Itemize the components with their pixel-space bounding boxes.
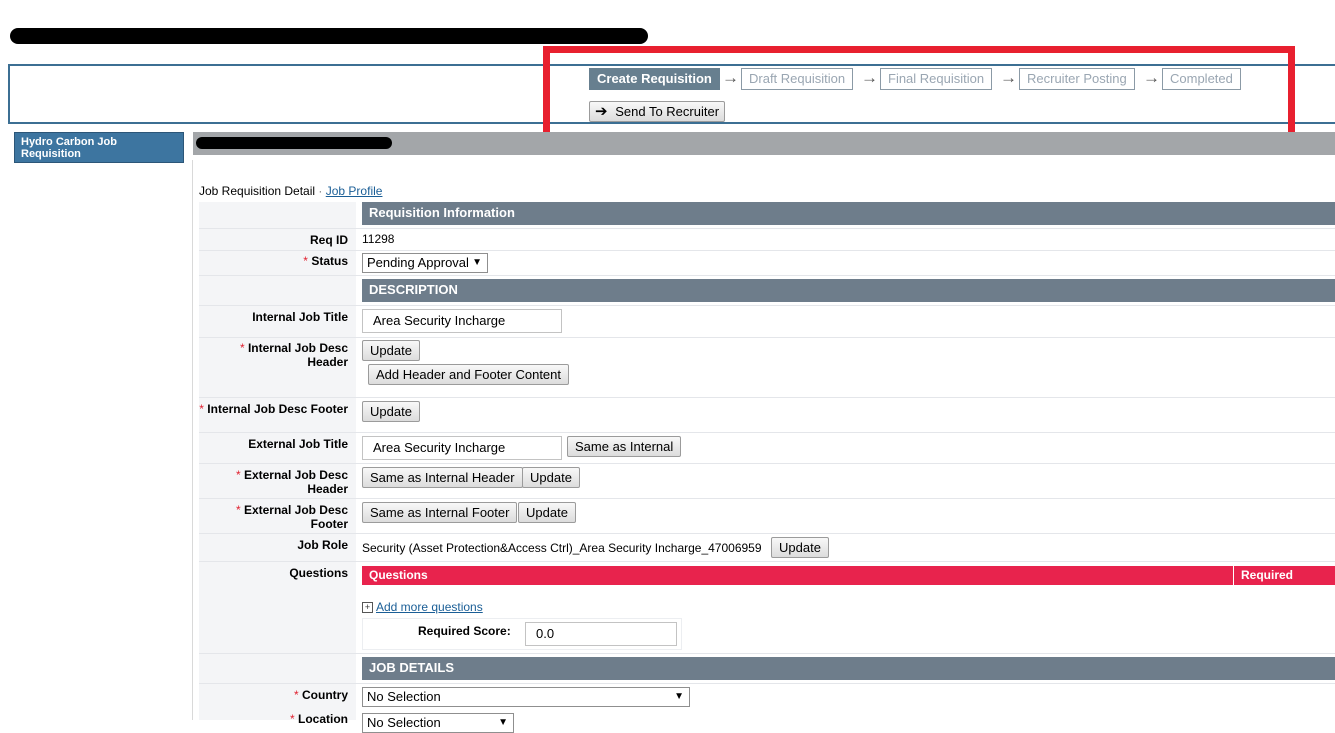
required-marker: *: [293, 688, 299, 702]
row-divider: [199, 250, 1335, 251]
external-header-update-button[interactable]: Update: [522, 467, 580, 488]
row-divider: [199, 683, 1335, 684]
status-label-text: Status: [311, 254, 348, 268]
internal-header-update-button[interactable]: Update: [362, 340, 420, 361]
job-role-label: Job Role: [297, 538, 348, 552]
required-marker: *: [235, 503, 241, 517]
job-role-value: Security (Asset Protection&Access Ctrl)_…: [362, 541, 762, 555]
required-marker: *: [303, 254, 308, 268]
required-score-input[interactable]: 0.0: [525, 622, 677, 646]
job-profile-link[interactable]: Job Profile: [326, 184, 383, 198]
country-select-value: No Selection: [367, 689, 441, 704]
req-id-label: Req ID: [309, 233, 348, 247]
questions-table-header: [362, 566, 1335, 585]
column-divider: [1233, 566, 1234, 585]
required-marker: *: [235, 468, 241, 482]
external-desc-footer-label-text: External Job Desc Footer: [243, 503, 348, 531]
internal-footer-update-button[interactable]: Update: [362, 401, 420, 422]
sidebar-item-label: Hydro Carbon Job Requisition: [21, 136, 117, 160]
breadcrumb-current: Job Requisition Detail: [199, 184, 316, 198]
country-label-text: Country: [302, 688, 348, 702]
row-divider: [199, 498, 1335, 499]
same-as-internal-button[interactable]: Same as Internal: [567, 436, 682, 457]
external-desc-header-label: * External Job Desc Header: [199, 468, 348, 496]
location-label: * Location: [199, 712, 348, 726]
external-desc-header-label-text: External Job Desc Header: [243, 468, 348, 496]
row-divider: [199, 305, 1335, 306]
section-job-details: JOB DETAILS: [362, 657, 1335, 680]
required-marker: *: [289, 712, 295, 726]
chevron-down-icon: ▼: [674, 691, 684, 702]
row-divider: [199, 463, 1335, 464]
internal-desc-header-label-text: Internal Job Desc Header: [247, 341, 348, 369]
row-divider: [199, 561, 1335, 562]
row-divider: [199, 653, 1335, 654]
location-label-text: Location: [298, 712, 348, 726]
required-marker: *: [199, 402, 204, 416]
label-column: [199, 202, 356, 720]
sidebar-divider: [192, 160, 193, 720]
add-more-questions-link[interactable]: Add more questions: [376, 600, 483, 614]
redacted-page-title: [10, 28, 648, 44]
country-label: * Country: [199, 688, 348, 702]
country-select[interactable]: No Selection ▼: [362, 687, 690, 707]
location-select-value: No Selection: [367, 715, 441, 730]
status-select[interactable]: Pending Approval ▼: [362, 253, 488, 273]
row-divider: [199, 337, 1335, 338]
plus-box-icon[interactable]: +: [362, 602, 373, 613]
sidebar-item-hydro-carbon[interactable]: Hydro Carbon Job Requisition: [14, 132, 184, 163]
row-divider: [199, 397, 1335, 398]
row-divider: [199, 432, 1335, 433]
same-as-internal-footer-button[interactable]: Same as Internal Footer: [362, 502, 518, 523]
internal-desc-header-label: * Internal Job Desc Header: [199, 341, 348, 369]
section-requisition-information: Requisition Information: [362, 202, 1335, 225]
req-id-value: 11298: [362, 232, 395, 246]
status-label: * Status: [199, 254, 348, 268]
location-select[interactable]: No Selection ▼: [362, 713, 514, 733]
internal-job-title-input[interactable]: Area Security Incharge: [362, 309, 562, 333]
internal-job-title-label: Internal Job Title: [252, 310, 348, 324]
add-header-footer-button[interactable]: Add Header and Footer Content: [368, 364, 570, 385]
row-divider: [199, 533, 1335, 534]
external-job-title-input[interactable]: Area Security Incharge: [362, 436, 562, 460]
required-score-label: Required Score:: [418, 624, 511, 638]
external-footer-update-button[interactable]: Update: [518, 502, 576, 523]
chevron-down-icon: ▼: [498, 717, 508, 728]
job-role-update-button[interactable]: Update: [771, 537, 829, 558]
internal-desc-footer-label: * Internal Job Desc Footer: [199, 402, 348, 416]
redacted-content-title: [196, 137, 392, 149]
row-divider: [199, 275, 1335, 276]
required-column-header: Required: [1241, 568, 1294, 582]
same-as-internal-header-button[interactable]: Same as Internal Header: [362, 467, 523, 488]
breadcrumb: Job Requisition Detail · Job Profile: [199, 184, 382, 198]
internal-desc-footer-label-text: Internal Job Desc Footer: [207, 402, 348, 416]
status-select-value: Pending Approval: [367, 255, 469, 270]
row-divider: [199, 228, 1335, 229]
section-description: DESCRIPTION: [362, 279, 1335, 302]
questions-column-header: Questions: [369, 568, 428, 582]
chevron-down-icon: ▼: [472, 257, 482, 268]
breadcrumb-separator: ·: [318, 184, 323, 198]
questions-label: Questions: [289, 566, 348, 580]
external-desc-footer-label: * External Job Desc Footer: [199, 503, 348, 531]
external-job-title-label: External Job Title: [248, 437, 348, 451]
required-marker: *: [239, 341, 245, 355]
